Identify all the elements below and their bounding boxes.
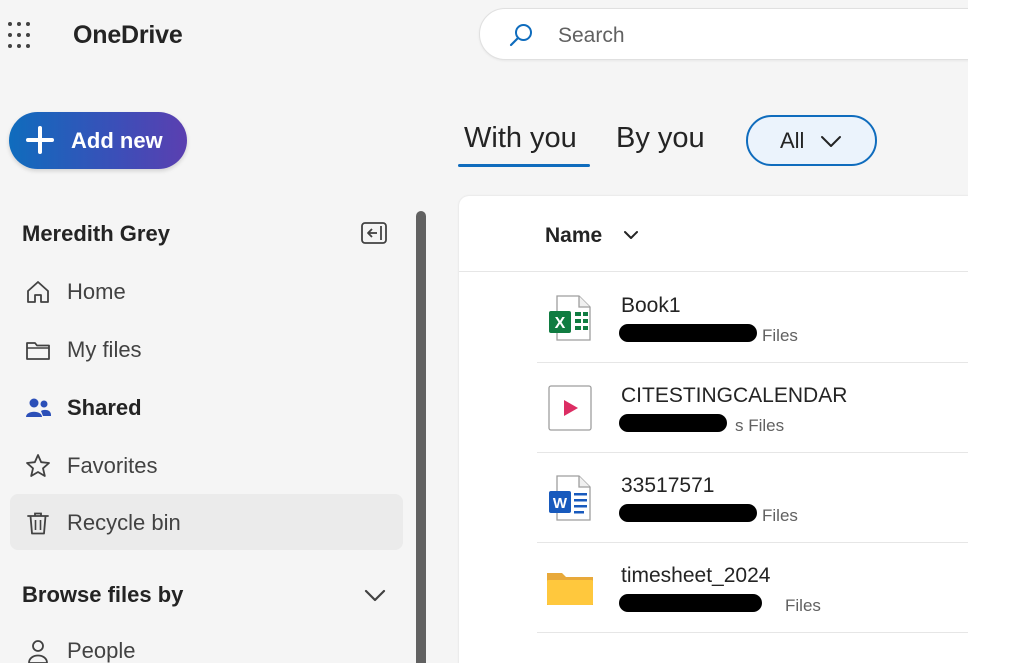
collapse-sidebar-icon[interactable]	[361, 222, 387, 244]
folder-icon	[547, 573, 593, 605]
person-icon	[28, 640, 48, 663]
file-name[interactable]: Book1	[621, 294, 681, 318]
svg-text:X: X	[555, 315, 566, 332]
redaction-bar	[619, 414, 727, 432]
search-box[interactable]	[479, 8, 968, 60]
svg-text:W: W	[553, 495, 568, 512]
tab-by-you[interactable]: By you	[616, 122, 705, 155]
people-icon	[26, 398, 51, 417]
search-icon	[509, 24, 532, 47]
nav-item-favorites[interactable]: Favorites	[10, 437, 403, 493]
user-name: Meredith Grey	[22, 221, 170, 246]
chevron-down-icon[interactable]	[363, 584, 387, 606]
nav-item-home[interactable]: Home	[10, 263, 403, 319]
nav-item-my-files[interactable]: My files	[10, 321, 403, 377]
nav-item-recycle-bin[interactable]: Recycle bin	[10, 494, 403, 550]
add-new-button[interactable]: Add new	[9, 112, 187, 169]
file-name[interactable]: 33517571	[621, 474, 714, 498]
onedrive-app: OneDrive Add new Meredith Grey Home My f…	[0, 0, 968, 663]
selected-tab-indicator	[458, 164, 590, 167]
chevron-down-icon	[821, 136, 841, 147]
app-launcher-icon[interactable]	[8, 22, 36, 50]
file-row[interactable]: CITESTINGCALENDAR s Files	[537, 363, 968, 453]
row-divider	[537, 632, 968, 633]
filter-label: All	[780, 128, 805, 153]
nav-item-people[interactable]: People	[10, 622, 403, 663]
file-row[interactable]: X Book1 Files	[537, 273, 968, 363]
file-list: Name X Book1 Files CITESTINGCALENDAR s F…	[459, 196, 968, 663]
file-location: s Files	[735, 416, 785, 435]
search-input[interactable]	[556, 21, 940, 51]
add-new-label: Add new	[71, 128, 163, 153]
redaction-bar	[619, 594, 762, 612]
file-row[interactable]: W 33517571 Files	[537, 453, 968, 543]
file-row[interactable]: timesheet_2024 Files	[537, 543, 968, 633]
excel-icon: X	[549, 295, 591, 341]
browse-files-by-heading[interactable]: Browse files by	[22, 582, 183, 608]
sort-chevron-icon[interactable]	[624, 229, 638, 241]
plus-icon	[26, 126, 54, 154]
nav-item-label: Favorites	[67, 453, 158, 478]
header-divider	[459, 271, 968, 272]
file-location: Files	[785, 596, 821, 615]
nav-item-shared[interactable]: Shared	[10, 379, 403, 435]
folder-icon	[26, 342, 50, 360]
home-icon	[27, 281, 49, 303]
nav-item-label: Recycle bin	[67, 510, 181, 535]
nav-item-label: People	[67, 638, 136, 663]
file-name[interactable]: CITESTINGCALENDAR	[621, 384, 847, 408]
star-icon	[26, 454, 50, 477]
nav-item-label: Shared	[67, 395, 142, 420]
file-location: Files	[762, 326, 798, 345]
redaction-bar	[619, 504, 757, 522]
nav-item-label: My files	[67, 337, 142, 362]
app-title[interactable]: OneDrive	[73, 21, 183, 50]
column-header-name[interactable]: Name	[545, 224, 602, 248]
tab-with-you[interactable]: With you	[464, 122, 577, 155]
file-name[interactable]: timesheet_2024	[621, 564, 770, 588]
nav-item-label: Home	[67, 279, 126, 304]
trash-icon	[27, 512, 49, 535]
redaction-bar	[619, 324, 757, 342]
stream-video-icon	[548, 385, 592, 431]
word-icon: W	[549, 475, 591, 521]
sidebar-scrollbar[interactable]	[416, 211, 426, 663]
filter-dropdown[interactable]: All	[746, 115, 877, 166]
file-location: Files	[762, 506, 798, 525]
